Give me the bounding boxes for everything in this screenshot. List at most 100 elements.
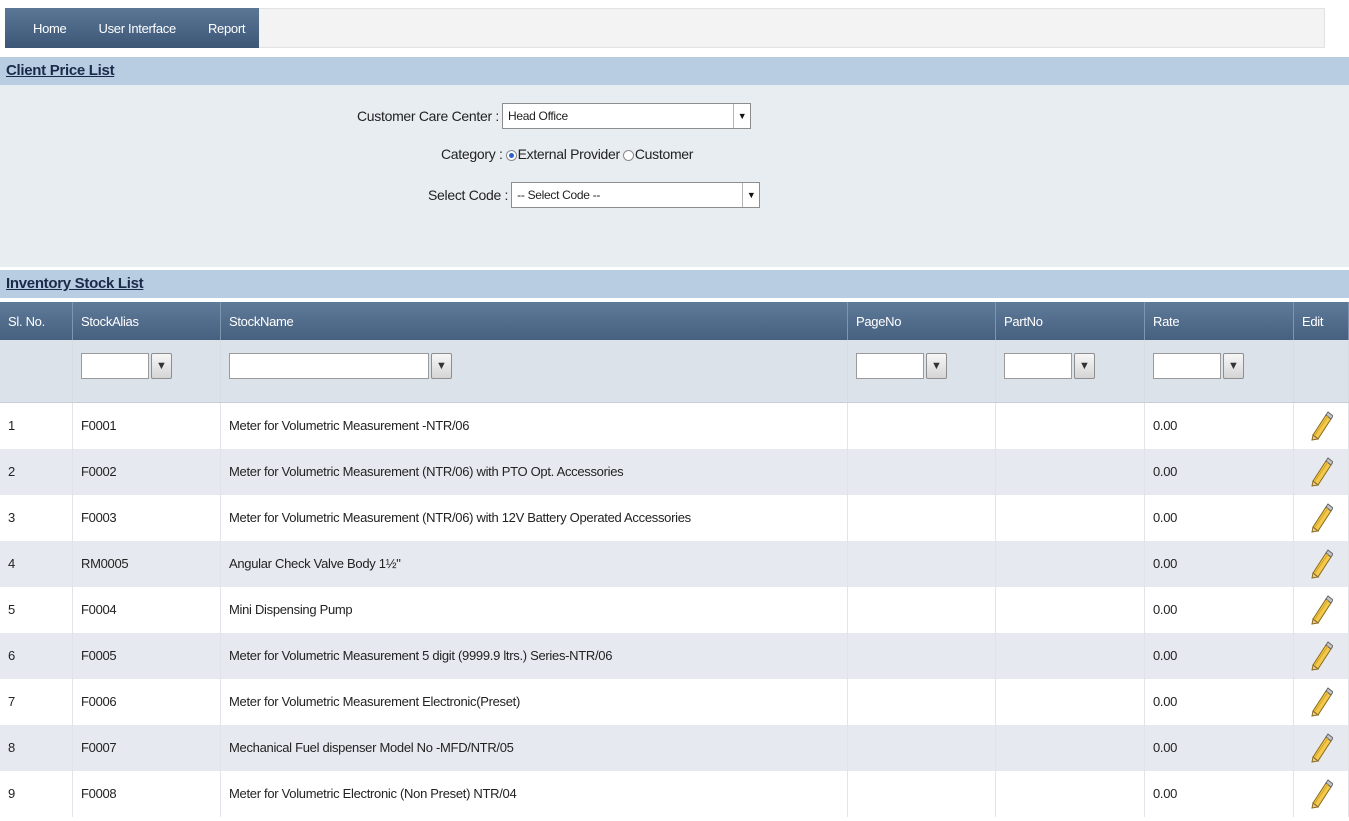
care-center-value: Head Office: [508, 109, 568, 123]
filter-cell-empty: [1294, 340, 1349, 402]
cell-page-no: [848, 495, 996, 541]
chevron-down-icon[interactable]: ▼: [742, 183, 759, 207]
cell-stock-name: Meter for Volumetric Measurement (NTR/06…: [221, 449, 848, 495]
cell-stock-alias: F0004: [73, 587, 221, 633]
category-row: Category : External Provider Customer: [441, 146, 693, 162]
chevron-down-icon[interactable]: ▼: [733, 104, 750, 128]
table-row[interactable]: 2 F0002 Meter for Volumetric Measurement (…: [0, 449, 1349, 495]
pencil-icon[interactable]: [1307, 549, 1333, 579]
edit-button[interactable]: [1294, 771, 1349, 817]
pencil-icon[interactable]: [1307, 457, 1333, 487]
cell-sl-no: 7: [0, 679, 73, 725]
radio-customer-label[interactable]: Customer: [635, 146, 694, 162]
col-rate[interactable]: Rate: [1145, 302, 1294, 340]
edit-button[interactable]: [1294, 495, 1349, 541]
cell-part-no: [996, 449, 1145, 495]
client-price-list-title[interactable]: Client Price List: [6, 62, 115, 79]
table-row[interactable]: 9 F0008 Meter for Volumetric Electronic (N…: [0, 771, 1349, 817]
cell-stock-alias: F0008: [73, 771, 221, 817]
cell-stock-alias: F0002: [73, 449, 221, 495]
radio-external-provider[interactable]: [505, 149, 517, 161]
filter-cell-page: ▼: [848, 340, 996, 402]
cell-rate: 0.00: [1145, 403, 1294, 449]
pencil-icon[interactable]: [1307, 411, 1333, 441]
filter-name-input[interactable]: [229, 353, 429, 379]
filter-icon[interactable]: ▼: [926, 353, 947, 379]
pencil-icon[interactable]: [1307, 733, 1333, 763]
cell-rate: 0.00: [1145, 725, 1294, 771]
filter-form: Customer Care Center : Head Office ▼ Cat…: [0, 85, 1349, 267]
grid-body: 1 F0001 Meter for Volumetric Measurement -…: [0, 403, 1349, 817]
cell-rate: 0.00: [1145, 587, 1294, 633]
table-row[interactable]: 4 RM0005 Angular Check Valve Body 1½" 0.00: [0, 541, 1349, 587]
cell-page-no: [848, 541, 996, 587]
filter-row: ▼ ▼ ▼ ▼ ▼: [0, 340, 1349, 403]
cell-rate: 0.00: [1145, 541, 1294, 587]
pencil-icon[interactable]: [1307, 641, 1333, 671]
edit-button[interactable]: [1294, 449, 1349, 495]
select-code-select[interactable]: -- Select Code -- ▼: [511, 182, 761, 208]
edit-button[interactable]: [1294, 679, 1349, 725]
nav-report[interactable]: Report: [176, 21, 246, 36]
col-edit: Edit: [1294, 302, 1349, 340]
filter-alias-input[interactable]: [81, 353, 149, 379]
filter-icon[interactable]: ▼: [431, 353, 452, 379]
care-center-select[interactable]: Head Office ▼: [502, 103, 752, 129]
filter-icon[interactable]: ▼: [1074, 353, 1095, 379]
client-price-list-header: Client Price List: [0, 57, 1349, 85]
radio-external-provider-label[interactable]: External Provider: [518, 146, 621, 162]
edit-button[interactable]: [1294, 725, 1349, 771]
pencil-icon[interactable]: [1307, 779, 1333, 809]
filter-cell-empty: [0, 340, 73, 402]
col-part-no[interactable]: PartNo: [996, 302, 1145, 340]
stock-grid: Sl. No. StockAlias StockName PageNo Part…: [0, 302, 1349, 817]
pencil-icon[interactable]: [1307, 687, 1333, 717]
filter-cell-alias: ▼: [73, 340, 221, 402]
cell-page-no: [848, 587, 996, 633]
col-page-no[interactable]: PageNo: [848, 302, 996, 340]
col-stock-alias[interactable]: StockAlias: [73, 302, 221, 340]
top-bar: Home User Interface Report: [0, 0, 1349, 57]
filter-part-input[interactable]: [1004, 353, 1072, 379]
edit-button[interactable]: [1294, 633, 1349, 679]
table-row[interactable]: 3 F0003 Meter for Volumetric Measurement (…: [0, 495, 1349, 541]
inventory-stock-list-header: Inventory Stock List: [0, 270, 1349, 298]
nav-home[interactable]: Home: [5, 21, 67, 36]
radio-customer[interactable]: [622, 149, 634, 161]
cell-part-no: [996, 771, 1145, 817]
filter-page-input[interactable]: [856, 353, 924, 379]
filter-rate-input[interactable]: [1153, 353, 1221, 379]
cell-page-no: [848, 633, 996, 679]
cell-sl-no: 9: [0, 771, 73, 817]
table-row[interactable]: 1 F0001 Meter for Volumetric Measurement -…: [0, 403, 1349, 449]
nav-user-interface[interactable]: User Interface: [66, 21, 176, 36]
cell-sl-no: 3: [0, 495, 73, 541]
filter-icon[interactable]: ▼: [151, 353, 172, 379]
col-stock-name[interactable]: StockName: [221, 302, 848, 340]
cell-stock-name: Meter for Volumetric Measurement 5 digit…: [221, 633, 848, 679]
edit-button[interactable]: [1294, 403, 1349, 449]
grid-header: Sl. No. StockAlias StockName PageNo Part…: [0, 302, 1349, 340]
table-row[interactable]: 8 F0007 Mechanical Fuel dispenser Model No…: [0, 725, 1349, 771]
edit-button[interactable]: [1294, 541, 1349, 587]
cell-stock-name: Meter for Volumetric Electronic (Non Pre…: [221, 771, 848, 817]
cell-part-no: [996, 633, 1145, 679]
edit-button[interactable]: [1294, 587, 1349, 633]
filter-icon[interactable]: ▼: [1223, 353, 1244, 379]
table-row[interactable]: 7 F0006 Meter for Volumetric Measurement E…: [0, 679, 1349, 725]
pencil-icon[interactable]: [1307, 503, 1333, 533]
cell-stock-alias: F0006: [73, 679, 221, 725]
table-row[interactable]: 6 F0005 Meter for Volumetric Measurement 5…: [0, 633, 1349, 679]
col-sl-no[interactable]: Sl. No.: [0, 302, 73, 340]
cell-stock-name: Angular Check Valve Body 1½": [221, 541, 848, 587]
pencil-icon[interactable]: [1307, 595, 1333, 625]
cell-sl-no: 6: [0, 633, 73, 679]
select-code-row: Select Code : -- Select Code -- ▼: [428, 182, 761, 208]
cell-rate: 0.00: [1145, 679, 1294, 725]
cell-part-no: [996, 403, 1145, 449]
table-row[interactable]: 5 F0004 Mini Dispensing Pump 0.00: [0, 587, 1349, 633]
select-code-label: Select Code :: [428, 187, 509, 203]
cell-sl-no: 4: [0, 541, 73, 587]
inventory-stock-list-title[interactable]: Inventory Stock List: [6, 275, 144, 292]
care-center-row: Customer Care Center : Head Office ▼: [357, 103, 752, 129]
